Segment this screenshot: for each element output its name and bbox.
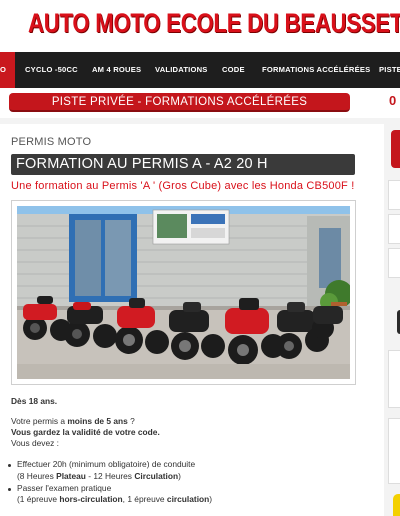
detail-text: (8 Heures <box>17 471 57 481</box>
detail-circulation: Circulation <box>134 471 179 481</box>
promo-banner-row: PISTE PRIVÉE - FORMATIONS ACCÉLÉRÉES 0 <box>0 88 400 118</box>
banner-phone-fragment: 0 <box>389 93 397 108</box>
detail-text: , 1 épreuve <box>122 494 167 504</box>
site-logo-title[interactable]: AUTO MOTO ECOLE DU BEAUSSET <box>28 8 400 39</box>
nav-item-am-4-roues[interactable]: AM 4 ROUES <box>92 52 141 88</box>
main-nav: O CYCLO -50CC AM 4 ROUES VALIDATIONS COD… <box>0 52 400 88</box>
detail-plateau: Plateau <box>56 471 86 481</box>
requirement-practical-exam: Passer l'examen pratique <box>17 483 112 493</box>
sidebar-card <box>388 214 400 244</box>
sidebar-card <box>388 180 400 210</box>
license-age-question: Votre permis a moins de 5 ans ? <box>11 416 135 428</box>
nav-item-cyclo[interactable]: CYCLO -50CC <box>25 52 78 88</box>
sidebar-card <box>388 350 400 408</box>
page-title: FORMATION AU PERMIS A - A2 20 H <box>16 156 268 172</box>
promo-banner[interactable]: PISTE PRIVÉE - FORMATIONS ACCÉLÉRÉES <box>9 93 350 112</box>
page-subtitle: Une formation au Permis 'A ' (Gros Cube)… <box>11 180 355 192</box>
detail-circulation: circulation <box>166 494 210 504</box>
license-question-post: ? <box>127 416 135 426</box>
bullet-dot <box>8 464 11 467</box>
detail-text: ) <box>209 494 213 504</box>
license-question-pre: Votre permis a <box>11 416 68 426</box>
sidebar-red-tab[interactable] <box>391 130 400 168</box>
detail-hors-circulation: hors-circulation <box>59 494 123 504</box>
detail-text: (1 épreuve <box>17 494 60 504</box>
page-category: PERMIS MOTO <box>11 136 92 148</box>
motorcycles-illustration <box>17 206 350 379</box>
promo-banner-text: PISTE PRIVÉE - FORMATIONS ACCÉLÉRÉES <box>51 96 308 108</box>
sidebar-yellow-tab[interactable] <box>393 494 400 516</box>
age-requirement: Dès 18 ans. <box>11 396 58 406</box>
code-validity-note: Vous gardez la validité de votre code. <box>11 427 160 437</box>
nav-item-code[interactable]: CODE <box>222 52 245 88</box>
sidebar-card <box>388 418 400 484</box>
nav-item-piste[interactable]: PISTE <box>379 52 400 88</box>
detail-text: - 12 Heures <box>85 471 135 481</box>
requirement-driving-hours-detail: (8 Heures Plateau - 12 Heures Circulatio… <box>17 471 181 483</box>
page-title-bar: FORMATION AU PERMIS A - A2 20 H <box>11 154 355 175</box>
nav-item-formations-accelerees[interactable]: FORMATIONS ACCÉLÉRÉES <box>262 52 370 88</box>
nav-item-validations[interactable]: VALIDATIONS <box>155 52 208 88</box>
license-question-bold: moins de 5 ans <box>67 416 128 426</box>
site-header: AUTO MOTO ECOLE DU BEAUSSET <box>0 0 400 52</box>
motorcycles-photo <box>17 206 350 379</box>
photo-frame <box>11 200 356 385</box>
bullet-dot <box>8 488 11 491</box>
detail-text: ) <box>178 471 181 481</box>
requirement-practical-exam-detail: (1 épreuve hors-circulation, 1 épreuve c… <box>17 494 212 506</box>
nav-item-home[interactable]: O <box>0 52 15 88</box>
sidebar-card <box>388 248 400 278</box>
requirement-driving-hours: Effectuer 20h (minimum obligatoire) de c… <box>17 459 196 469</box>
requirements-intro: Vous devez : <box>11 438 59 448</box>
